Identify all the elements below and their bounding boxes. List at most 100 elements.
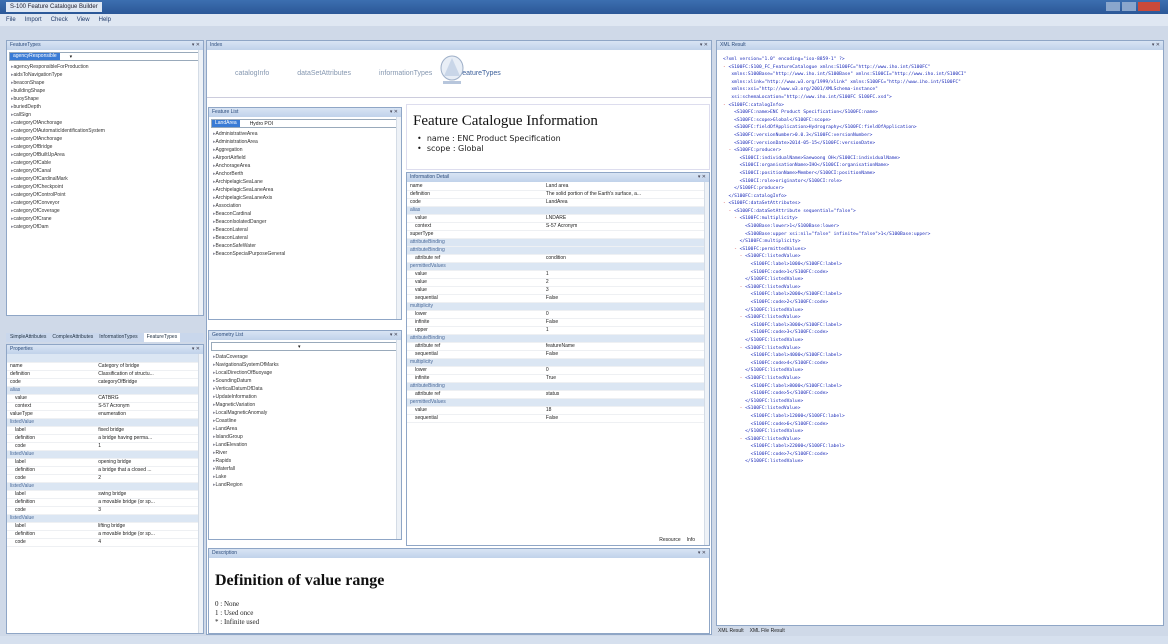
xml-indent[interactable] [723,262,751,267]
table-row[interactable]: code 2 [7,474,203,483]
tab-complex-attributes[interactable]: ComplexAttributes [52,333,93,342]
xml-indent[interactable] [723,330,751,335]
table-row[interactable]: value 2 [407,278,709,287]
xml-indent[interactable]: - [723,285,745,290]
table-row[interactable]: attributeBinding [407,246,709,255]
table-row[interactable]: definition a movable bridge (or sp... [7,530,203,539]
list-item[interactable]: categoryOfConveyor [11,199,203,207]
list-item[interactable]: VerticalDatumOfData [213,385,401,393]
list-item[interactable]: categoryOfAnchorage [11,135,203,143]
type-filter-combo[interactable]: agencyResponsible ▾ [9,52,201,61]
minimize-button[interactable] [1106,2,1120,11]
xml-indent[interactable] [723,186,734,191]
xml-indent[interactable] [723,414,751,419]
list-item[interactable]: categoryOfDam [11,223,203,231]
list-item[interactable]: BeaconSafeWater [213,242,401,250]
list-item[interactable]: buoyShape [11,95,203,103]
list-item[interactable]: Lake [213,473,401,481]
list-item[interactable]: buildingShape [11,87,203,95]
list-item[interactable]: categoryOfCoverage [11,207,203,215]
list-item[interactable]: LandArea [213,425,401,433]
list-item[interactable]: Waterfall [213,465,401,473]
table-row[interactable]: code LandArea [407,198,709,207]
table-row[interactable]: definition Classification of structu... [7,370,203,379]
pin-icon[interactable]: ▾ ✕ [390,331,398,340]
list-item[interactable]: LandElevation [213,441,401,449]
xml-indent[interactable]: - [723,376,745,381]
list-item[interactable]: categoryOfCheckpoint [11,183,203,191]
table-row[interactable]: code categoryOfBridge [7,378,203,387]
list-item[interactable]: Rapids [213,457,401,465]
xml-indent[interactable] [723,232,745,237]
table-row[interactable]: value 18 [407,406,709,415]
table-row[interactable]: attribute ref status [407,390,709,399]
tab-catalog-info[interactable]: catalogInfo [235,70,269,77]
xml-indent[interactable] [723,353,751,358]
list-item[interactable]: ArchipelagicSeaLaneArea [213,186,401,194]
chevron-down-icon[interactable]: ▾ [60,54,73,60]
table-row[interactable]: code 4 [7,538,203,547]
table-row[interactable]: permittedValues [407,262,709,271]
xml-indent[interactable] [723,277,745,282]
xml-indent[interactable] [723,270,751,275]
table-row[interactable] [7,354,203,363]
xml-indent[interactable] [723,429,745,434]
table-row[interactable]: attributeBinding [407,334,709,343]
table-row[interactable]: infinite False [407,318,709,327]
table-row[interactable]: sequential False [407,350,709,359]
table-row[interactable]: definition a movable bridge (or sp... [7,498,203,507]
xml-indent[interactable] [723,308,745,313]
list-item[interactable]: categoryOfCable [11,159,203,167]
list-item[interactable]: AnchorBerth [213,170,401,178]
table-row[interactable]: label opening bridge [7,458,203,467]
list-item[interactable]: NavigationalSystemOfMarks [213,361,401,369]
menu-check[interactable]: Check [51,17,68,23]
xml-indent[interactable] [723,110,734,115]
pin-icon[interactable]: ▾ ✕ [700,41,708,50]
table-row[interactable]: alias [7,386,203,395]
list-item[interactable]: BeaconLateral [213,234,401,242]
table-row[interactable]: multiplicity [407,358,709,367]
table-row[interactable]: listedValue [7,482,203,491]
table-row[interactable]: infinite True [407,374,709,383]
xml-indent[interactable] [723,141,734,146]
list-item[interactable]: AnchorageArea [213,162,401,170]
table-row[interactable]: context S-57 Acronym [7,402,203,411]
tab-information-types[interactable]: informationTypes [379,70,432,77]
table-row[interactable]: definition a bridge that a closed ... [7,466,203,475]
xml-indent[interactable]: - [723,148,734,153]
table-row[interactable]: multiplicity [407,302,709,311]
tab-feature-types[interactable]: featureTypes [460,70,500,77]
xml-indent[interactable] [723,338,745,343]
pin-icon[interactable]: ▾ ✕ [192,345,200,354]
tab-resource[interactable]: Resource [659,536,680,544]
xml-indent[interactable] [723,125,734,130]
xml-indent[interactable] [723,224,745,229]
list-item[interactable]: categoryOfAnchorage [11,119,203,127]
table-row[interactable]: valueType enumeration [7,410,203,419]
table-row[interactable]: alias [407,206,709,215]
xml-indent[interactable] [723,163,740,168]
table-row[interactable]: label lifting bridge [7,522,203,531]
table-row[interactable]: sequential False [407,414,709,423]
list-item[interactable]: categoryOfCanal [11,167,203,175]
list-item[interactable]: BeaconIsolatedDanger [213,218,401,226]
table-row[interactable]: value LNDARE [407,214,709,223]
table-row[interactable]: name Land area [407,182,709,191]
list-item[interactable]: categoryOfBuiltUpArea [11,151,203,159]
table-row[interactable]: attributeBinding [407,382,709,391]
table-row[interactable]: listedValue [7,514,203,523]
chevron-down-icon[interactable]: ▾ [212,344,301,350]
xml-indent[interactable] [723,384,751,389]
menu-file[interactable]: File [6,17,16,23]
xml-indent[interactable]: - [723,315,745,320]
xml-indent[interactable] [723,156,740,161]
xml-indent[interactable]: - [723,346,745,351]
list-item[interactable]: ArchipelagicSeaLaneAxis [213,194,401,202]
table-row[interactable]: upper 1 [407,326,709,335]
list-item[interactable]: BeaconSpecialPurposeGeneral [213,250,401,258]
tab-xml-file-result[interactable]: XML File Result [750,627,785,635]
list-item[interactable]: UpdateInformation [213,393,401,401]
pin-icon[interactable]: ▾ ✕ [192,41,200,50]
tab-info[interactable]: Info [687,536,695,544]
